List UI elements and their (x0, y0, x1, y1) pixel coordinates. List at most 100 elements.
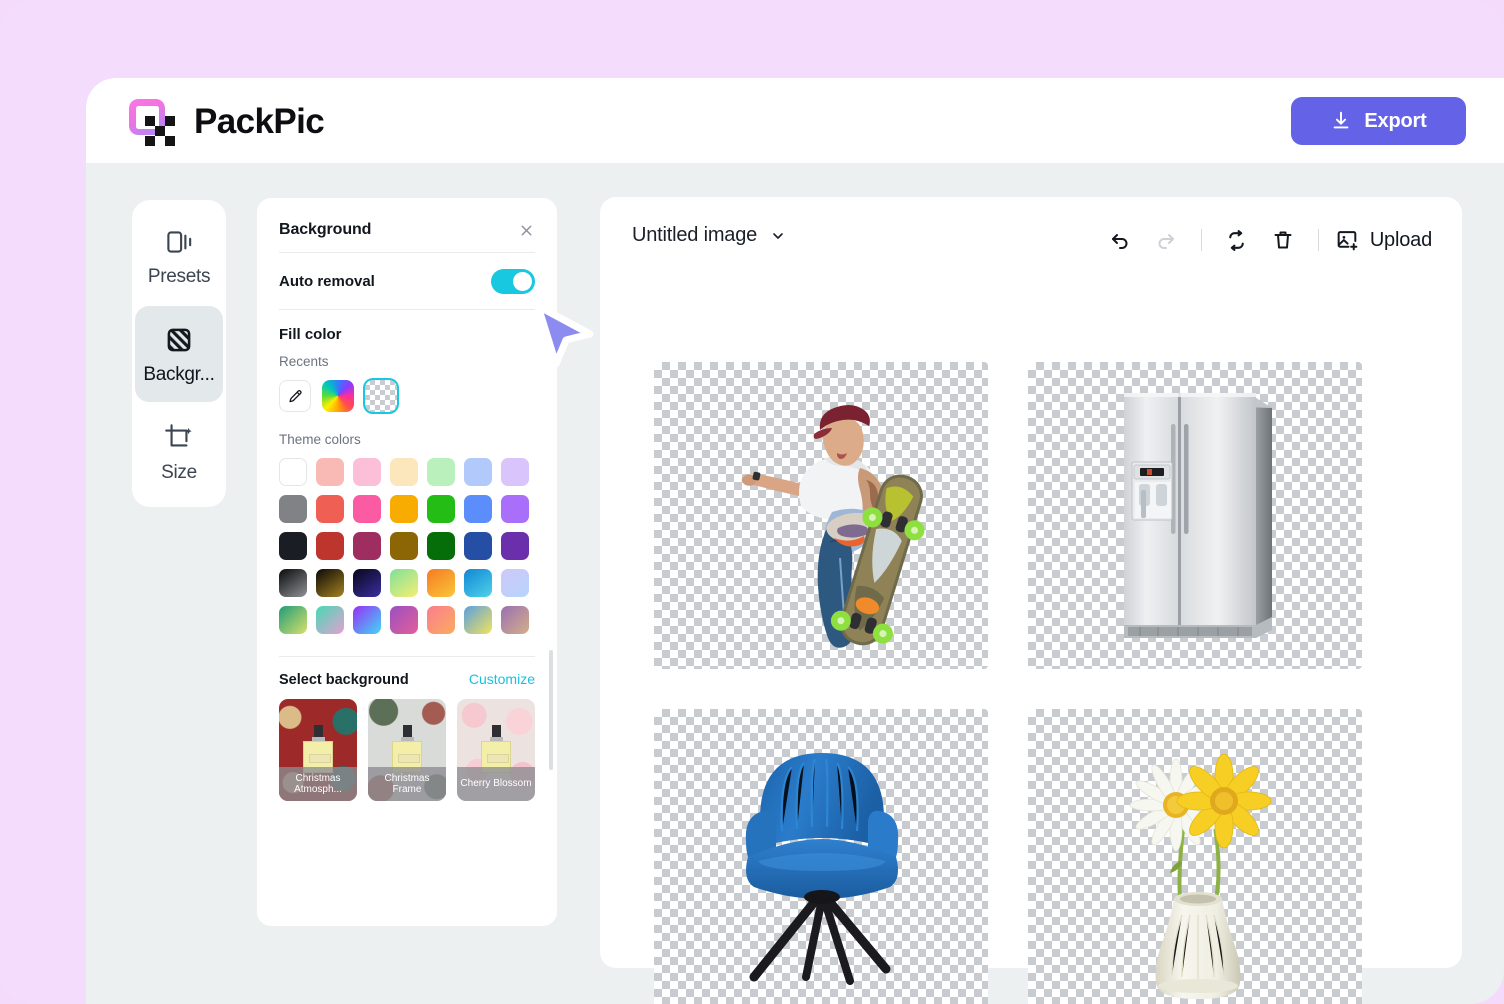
download-icon (1330, 110, 1352, 132)
customize-link[interactable]: Customize (469, 671, 535, 687)
theme-color-swatch[interactable] (279, 606, 307, 634)
delete-button[interactable] (1260, 219, 1306, 261)
panel-header: Background (279, 198, 535, 252)
sidebar-item-presets[interactable]: Presets (135, 208, 223, 304)
auto-removal-label: Auto removal (279, 272, 375, 290)
eyedropper-icon (287, 388, 304, 405)
theme-color-swatch[interactable] (316, 495, 344, 523)
theme-color-swatch[interactable] (390, 495, 418, 523)
app-window: PackPic Export Presets Backgr... Size Ba… (86, 78, 1504, 1004)
theme-color-swatch[interactable] (427, 569, 455, 597)
theme-color-swatch[interactable] (464, 495, 492, 523)
theme-color-swatch[interactable] (427, 495, 455, 523)
eyedropper-swatch[interactable] (279, 380, 311, 412)
image-tile-blue-armchair[interactable] (654, 709, 988, 1004)
sidebar-item-presets-label: Presets (147, 265, 211, 287)
theme-colors-label: Theme colors (279, 432, 361, 447)
image-tile-flowers-in-vase[interactable] (1028, 709, 1362, 1004)
reprocess-button[interactable] (1214, 219, 1260, 261)
presets-icon (162, 225, 196, 259)
sidebar-item-size-label: Size (161, 461, 197, 483)
background-thumbnail-caption: Cherry Blossom (457, 767, 535, 801)
redo-button[interactable] (1143, 219, 1189, 261)
image-tile-skateboarder[interactable] (654, 362, 988, 669)
brand-name: PackPic (194, 102, 325, 141)
packpic-logo-icon (126, 96, 178, 148)
theme-color-swatch[interactable] (316, 606, 344, 634)
background-panel-scroll: Background Auto removal Fill color Recen… (257, 198, 557, 926)
sidebar-item-background[interactable]: Backgr... (135, 306, 223, 402)
loop-refresh-icon (1224, 228, 1249, 253)
theme-color-swatch[interactable] (464, 606, 492, 634)
theme-color-swatch[interactable] (427, 458, 455, 486)
theme-color-swatch[interactable] (353, 606, 381, 634)
auto-removal-toggle[interactable] (491, 268, 535, 294)
rainbow-gradient-swatch[interactable] (322, 380, 354, 412)
recents-swatches (279, 380, 535, 412)
document-title[interactable]: Untitled image (632, 224, 786, 247)
theme-color-swatch[interactable] (353, 458, 381, 486)
select-background-header: Select background Customize (279, 671, 535, 688)
auto-removal-row: Auto removal (279, 253, 535, 309)
undo-button[interactable] (1097, 219, 1143, 261)
theme-color-swatch[interactable] (316, 532, 344, 560)
background-panel: Background Auto removal Fill color Recen… (257, 198, 557, 926)
recents-label: Recents (279, 354, 329, 369)
canvas-toolbar: Untitled image Upload (600, 197, 1462, 279)
theme-color-swatch[interactable] (501, 606, 529, 634)
close-icon[interactable] (518, 222, 535, 239)
canvas-tool-buttons: Upload (1097, 219, 1438, 261)
trash-icon (1271, 228, 1295, 252)
theme-color-swatch[interactable] (390, 532, 418, 560)
theme-color-swatch[interactable] (390, 606, 418, 634)
background-thumbnail[interactable]: Christmas Frame (368, 699, 446, 801)
image-grid (654, 362, 1414, 1004)
theme-color-swatch[interactable] (279, 569, 307, 597)
background-thumbnail[interactable]: Christmas Atmosph... (279, 699, 357, 801)
background-thumbnail[interactable]: Cherry Blossom (457, 699, 535, 801)
theme-color-swatch[interactable] (316, 569, 344, 597)
toggle-knob (513, 271, 532, 291)
theme-color-swatch[interactable] (501, 495, 529, 523)
theme-color-swatch[interactable] (501, 569, 529, 597)
perfume-bottle-preview (303, 725, 333, 773)
theme-color-swatch[interactable] (279, 495, 307, 523)
theme-color-swatch[interactable] (279, 532, 307, 560)
divider (279, 656, 535, 657)
perfume-bottle-preview (392, 725, 422, 773)
theme-color-swatch[interactable] (427, 606, 455, 634)
theme-color-swatch[interactable] (464, 569, 492, 597)
sidebar-item-background-label: Backgr... (143, 363, 215, 385)
background-thumbnail-caption: Christmas Frame (368, 767, 446, 801)
theme-color-swatch[interactable] (353, 495, 381, 523)
theme-color-swatch[interactable] (353, 569, 381, 597)
theme-color-swatch[interactable] (390, 569, 418, 597)
page-root: PackPic Export Presets Backgr... Size Ba… (0, 0, 1504, 1004)
background-thumbnail-caption: Christmas Atmosph... (279, 767, 357, 801)
sidebar-item-size[interactable]: Size (135, 404, 223, 500)
brand: PackPic (126, 96, 325, 148)
theme-color-swatch[interactable] (390, 458, 418, 486)
upload-button[interactable]: Upload (1331, 222, 1438, 259)
theme-color-swatch[interactable] (316, 458, 344, 486)
upload-label: Upload (1369, 228, 1432, 251)
divider (279, 309, 535, 310)
background-thumbnails: Christmas Atmosph... Christmas Frame Cherr… (279, 699, 535, 801)
left-rail: Presets Backgr... Size (132, 200, 226, 507)
panel-title: Background (279, 221, 372, 238)
theme-color-swatch[interactable] (427, 532, 455, 560)
transparent-swatch[interactable] (365, 380, 397, 412)
theme-color-swatch[interactable] (501, 532, 529, 560)
background-hatch-icon (162, 323, 196, 357)
image-tile-refrigerator[interactable] (1028, 362, 1362, 669)
theme-color-swatch[interactable] (464, 458, 492, 486)
document-title-text: Untitled image (632, 224, 758, 246)
image-add-icon (1335, 228, 1360, 253)
app-header: PackPic Export (86, 78, 1504, 163)
export-button[interactable]: Export (1291, 97, 1466, 145)
theme-color-swatch[interactable] (501, 458, 529, 486)
theme-color-swatch[interactable] (279, 458, 307, 486)
panel-scrollbar[interactable] (549, 650, 553, 770)
theme-color-swatch[interactable] (464, 532, 492, 560)
theme-color-swatch[interactable] (353, 532, 381, 560)
